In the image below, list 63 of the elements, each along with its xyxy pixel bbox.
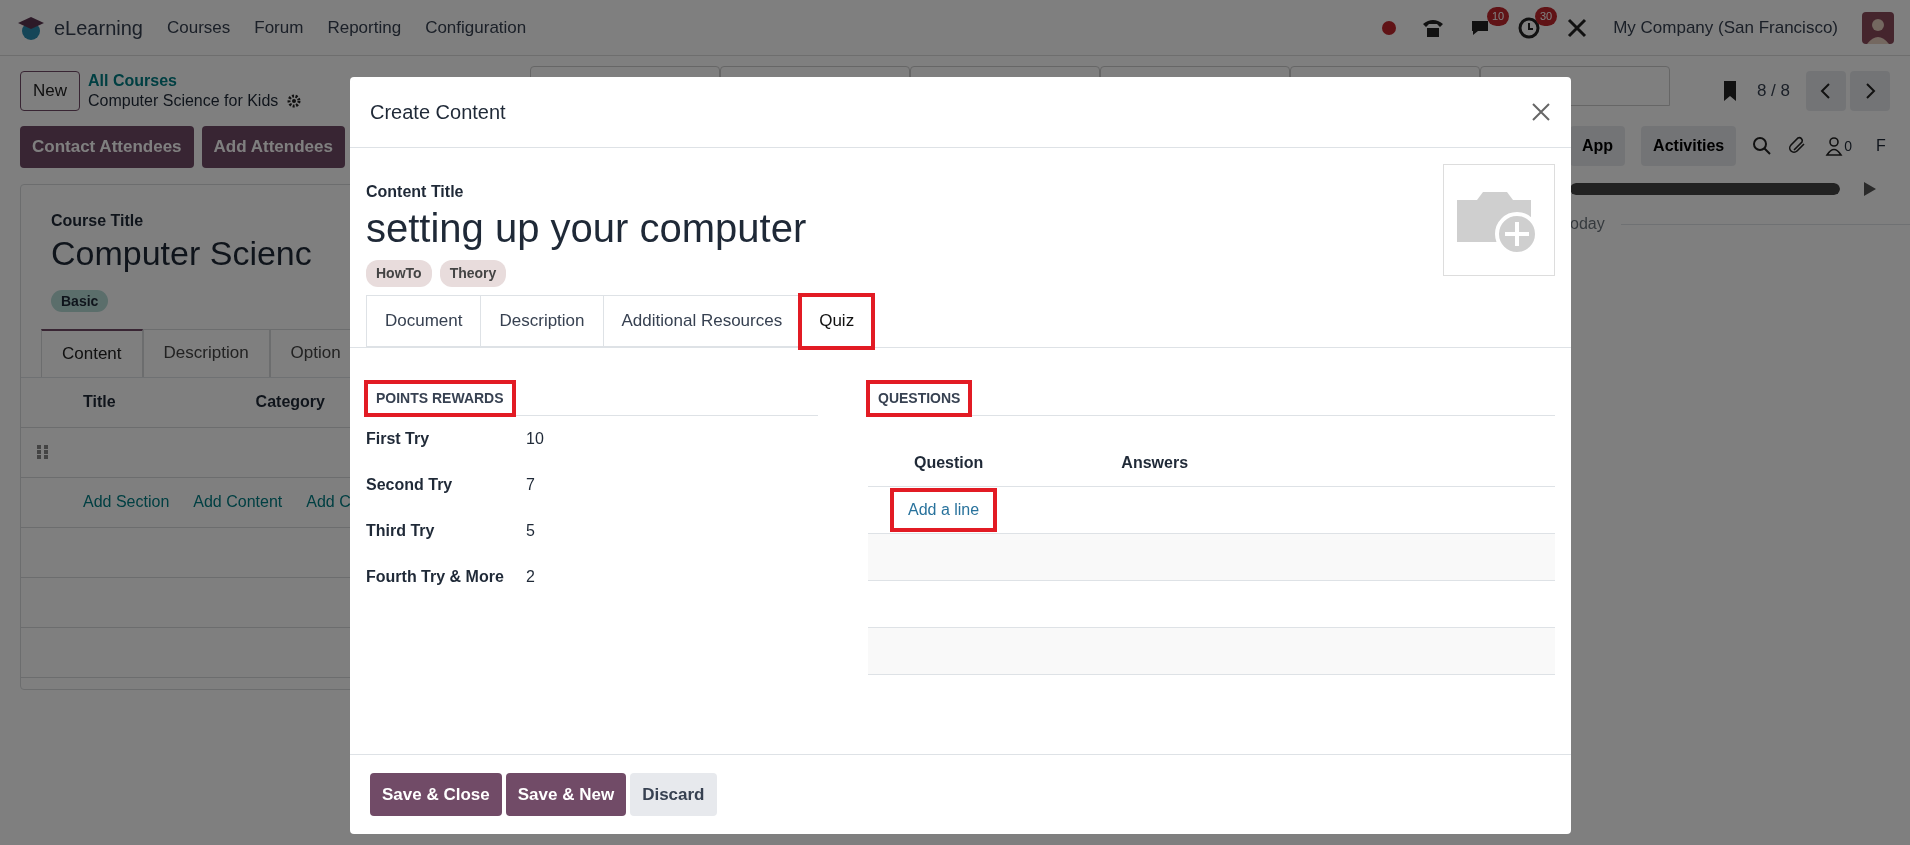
add-link[interactable]: Add Section (83, 490, 170, 515)
course-title: Computer Scienc (51, 232, 312, 274)
pager-value: 8 / 8 (1756, 80, 1790, 103)
action-button[interactable]: Add Attendees (201, 126, 345, 168)
tab[interactable]: Quiz (800, 295, 874, 348)
clock-icon[interactable] (1517, 15, 1542, 40)
field-value[interactable]: 5 (526, 518, 535, 543)
company-switcher[interactable]: My Company (San Francisco) (1613, 14, 1838, 41)
tab[interactable]: Description (142, 329, 270, 377)
tab[interactable]: Document (366, 295, 482, 347)
next-icon[interactable] (1850, 71, 1890, 111)
add-link[interactable]: Add Content (193, 490, 283, 515)
avatar-icon[interactable] (1862, 11, 1894, 44)
status-dot-icon (1381, 19, 1398, 36)
notification-badge: 30 (1534, 7, 1558, 26)
field-label: Fourth Try & More (366, 566, 505, 587)
dialog-button[interactable]: Save & New (505, 772, 627, 816)
column-header: Answers (1121, 452, 1189, 473)
column-header: Category (255, 392, 325, 413)
previous-icon[interactable] (1806, 71, 1846, 111)
drag-handle-icon[interactable] (37, 445, 49, 460)
tag[interactable]: Basic (51, 290, 109, 313)
column-header: Title (83, 392, 116, 413)
close-icon[interactable] (1531, 102, 1551, 122)
section-heading: QUESTIONS (868, 381, 971, 415)
notification-badge: 10 (1486, 7, 1510, 26)
breadcrumb-current: Computer Science for Kids (88, 91, 279, 111)
tab[interactable]: Description (480, 295, 604, 347)
section-heading: POINTS REWARDS (366, 381, 514, 415)
search-icon[interactable] (1752, 136, 1773, 156)
action-button[interactable]: Contact Attendees (20, 126, 194, 168)
follower-count: 0 (1844, 136, 1853, 156)
add-link[interactable]: Add C (306, 490, 351, 515)
chatter-button[interactable]: App (1570, 126, 1626, 166)
column-header: Question (914, 452, 984, 473)
date-separator: oday (1570, 214, 1605, 234)
gear-icon[interactable] (286, 93, 303, 109)
field-value[interactable]: 2 (526, 564, 535, 589)
field-value[interactable]: 7 (526, 472, 535, 497)
person-icon[interactable] (1824, 135, 1845, 156)
play-icon[interactable] (1864, 182, 1876, 196)
field-label: First Try (366, 428, 431, 449)
new-button[interactable]: New (20, 71, 80, 111)
dialog-button[interactable]: Save & Close (370, 772, 502, 816)
chatter-button[interactable]: Activities (1641, 126, 1737, 166)
follow-link[interactable]: F (1876, 134, 1886, 158)
menu-item[interactable]: Courses (166, 14, 231, 41)
breadcrumb-link[interactable]: All Courses (88, 71, 303, 91)
app-name[interactable]: eLearning (54, 12, 143, 43)
field-label: Content Title (366, 182, 465, 202)
field-label: Second Try (366, 474, 454, 495)
add-line-link[interactable]: Add a line (892, 489, 996, 530)
tab[interactable]: Content (41, 329, 143, 377)
field-label: Third Try (366, 520, 436, 541)
dialog-title: Create Content (370, 100, 506, 125)
tag[interactable]: HowTo (366, 260, 432, 287)
tag[interactable]: Theory (439, 260, 507, 287)
menu-item[interactable]: Configuration (425, 14, 527, 41)
content-title-field[interactable]: setting up your computer (366, 204, 1443, 252)
menu-item[interactable]: Reporting (327, 14, 402, 41)
dialog-button[interactable]: Discard (630, 772, 717, 816)
menu-item[interactable]: Forum (254, 14, 304, 41)
field-value[interactable]: 10 (526, 426, 544, 451)
